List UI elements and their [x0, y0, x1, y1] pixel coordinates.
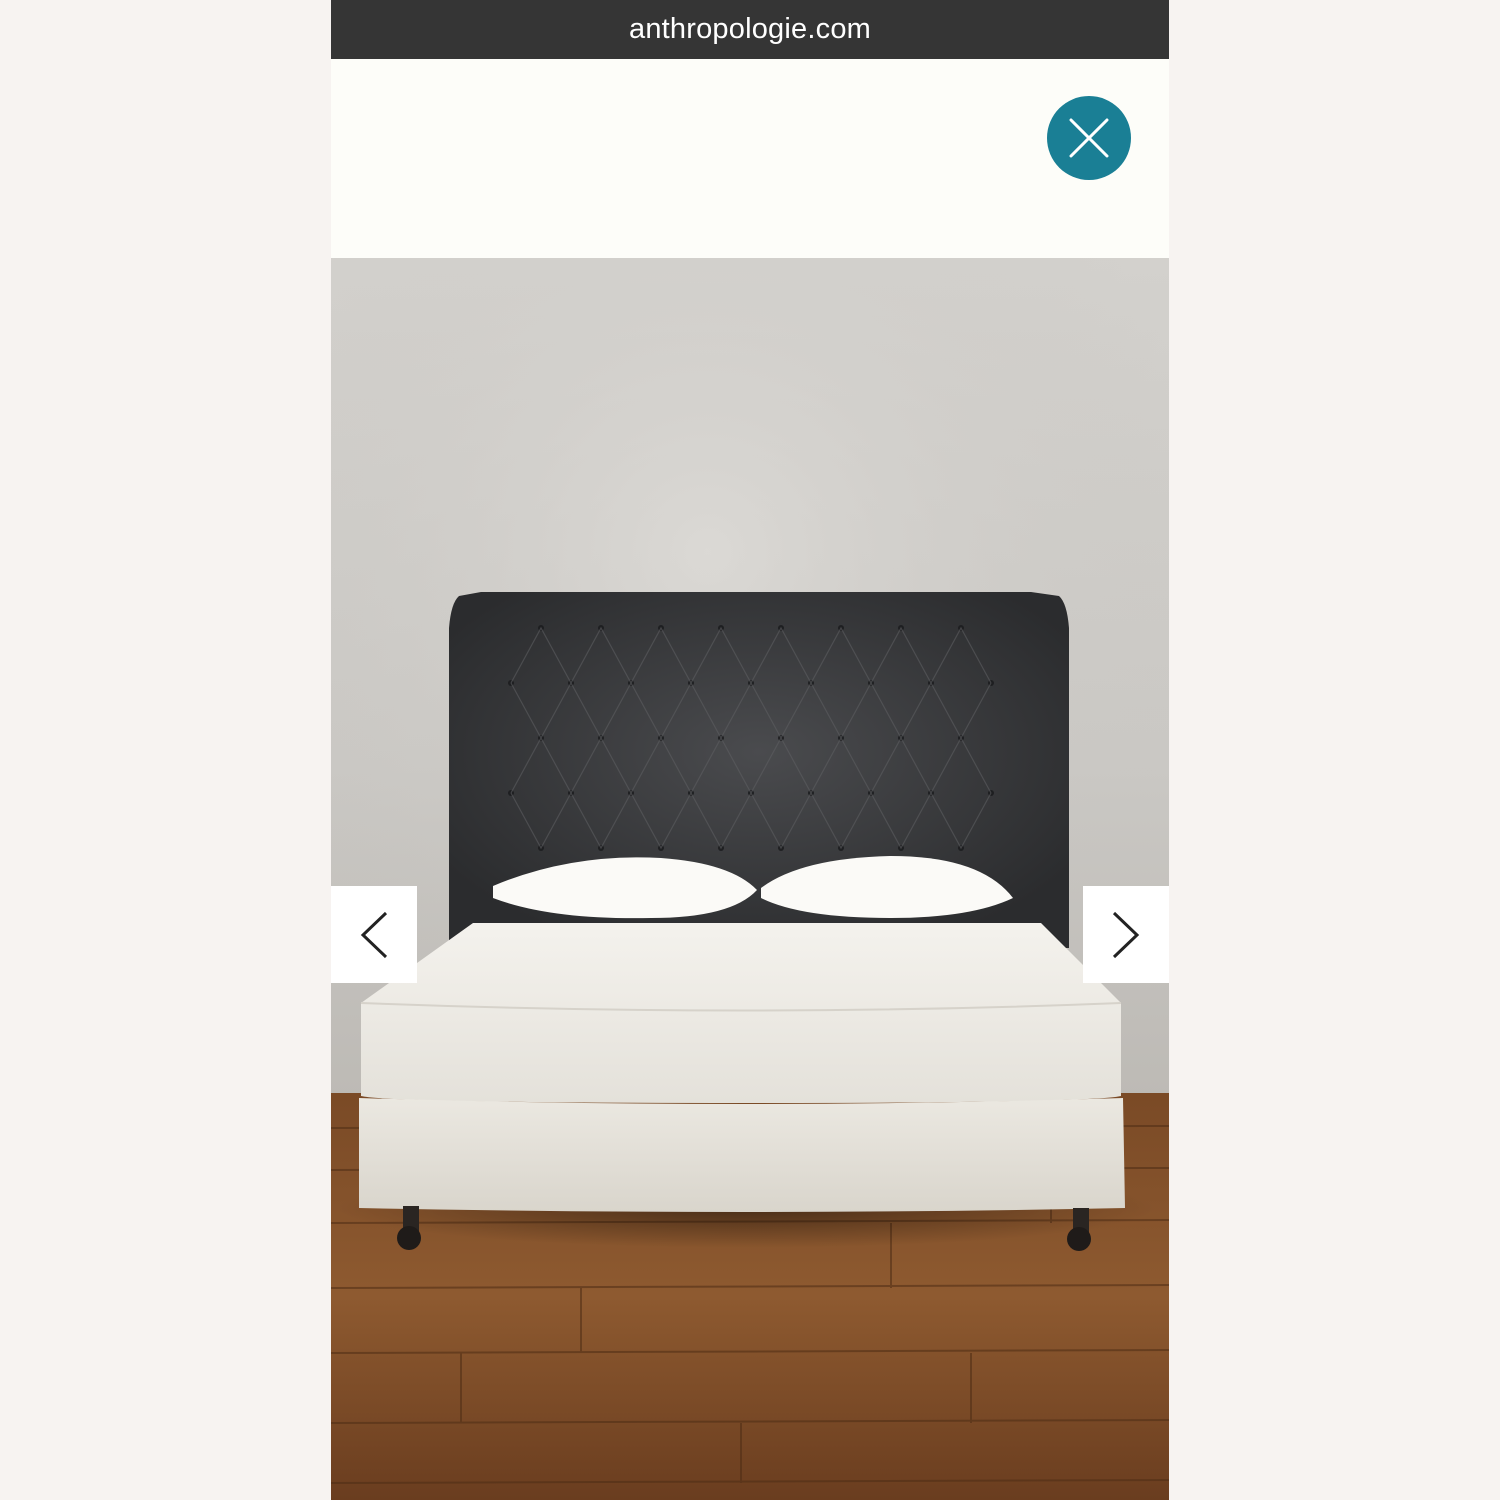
mattress — [361, 923, 1121, 1103]
mobile-browser-viewport: anthropologie.com — [331, 0, 1169, 1500]
url-text: anthropologie.com — [629, 13, 871, 45]
close-icon — [1069, 118, 1109, 158]
bed-base — [359, 1098, 1125, 1212]
address-bar[interactable]: anthropologie.com — [331, 0, 1169, 59]
chevron-right-icon — [1112, 911, 1140, 958]
modal-header-area — [331, 59, 1169, 258]
previous-image-button[interactable] — [331, 886, 417, 983]
chevron-left-icon — [360, 911, 388, 958]
product-image — [331, 258, 1169, 1500]
close-button[interactable] — [1047, 96, 1131, 180]
next-image-button[interactable] — [1083, 886, 1169, 983]
